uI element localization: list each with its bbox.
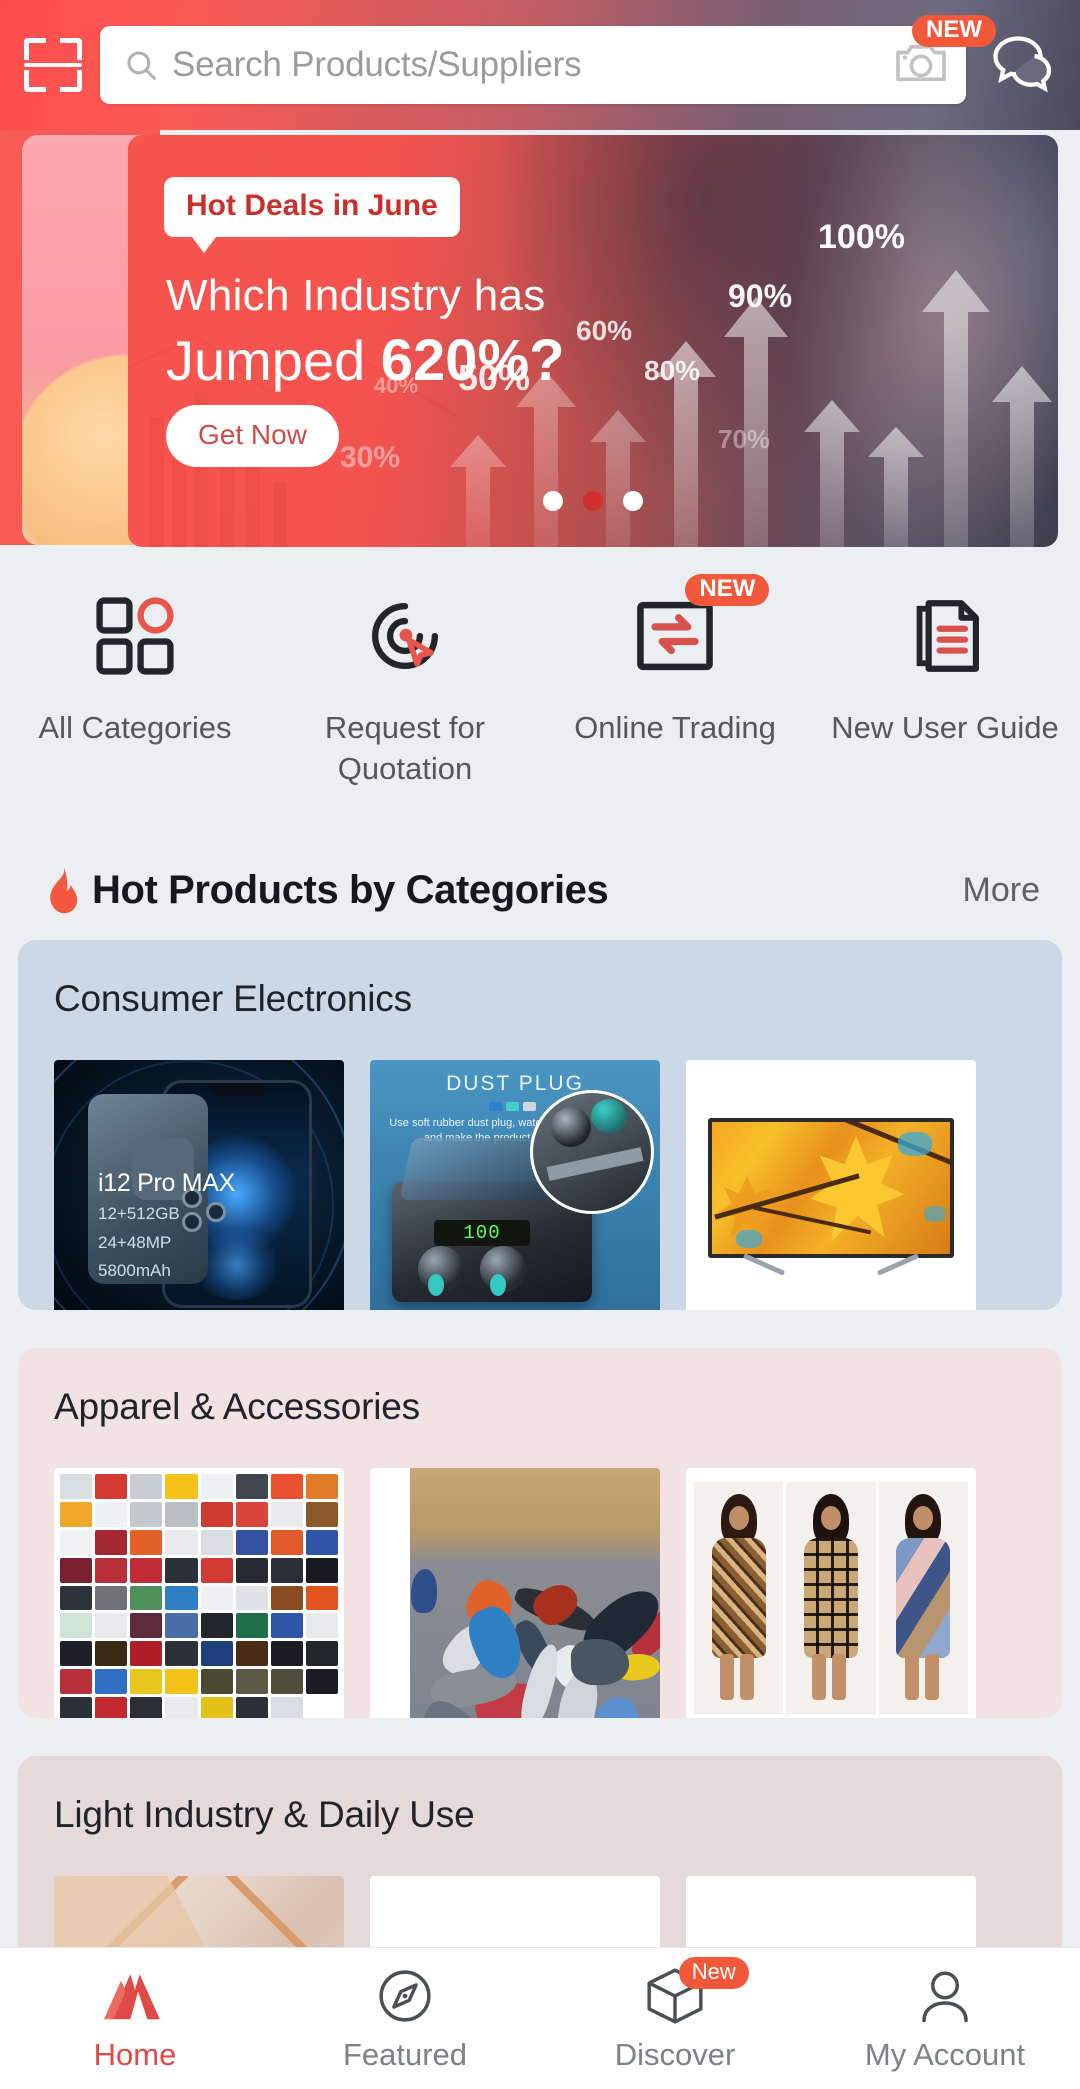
section-more-link[interactable]: More [963, 871, 1040, 910]
banner-percent-80: 80% [644, 355, 701, 386]
tv-product-image [686, 1060, 976, 1310]
product-spec-3: 5800mAh [98, 1261, 171, 1281]
quick-action-label: Request for Quotation [324, 710, 486, 786]
banner-cta-button[interactable]: Get Now [166, 405, 339, 467]
banner-percent-60: 60% [576, 315, 633, 346]
nav-label: My Account [864, 2036, 1026, 2072]
banner-percent-70: 70% [718, 424, 771, 454]
quick-action-label: All Categories [38, 710, 232, 745]
quick-action-all-categories[interactable]: All Categories [0, 560, 270, 810]
product-tile-jerseys[interactable] [54, 1468, 344, 1718]
earbuds-led-display: 100 [434, 1220, 530, 1246]
earbuds-product-image: DUST PLUG Use soft rubber dust plug, wat… [370, 1060, 660, 1310]
discover-new-badge: New [678, 1956, 749, 1989]
category-card-consumer-electronics[interactable]: Consumer Electronics i12 Pro MAX 12+512G… [18, 940, 1062, 1310]
banner-headline-line1: Which Industry has [166, 271, 546, 320]
category-title: Light Industry & Daily Use [54, 1794, 475, 1835]
bottom-navigation: Home Featured New Discover My Account [0, 1947, 1080, 2089]
product-spec-2: 24+48MP [98, 1232, 172, 1252]
product-tile-earbuds[interactable]: DUST PLUG Use soft rubber dust plug, wat… [370, 1060, 660, 1310]
nav-label: Featured [342, 2036, 468, 2072]
shoes-bulk-image [370, 1468, 660, 1718]
home-logo-icon [104, 1965, 166, 2027]
product-name: i12 Pro MAX [98, 1169, 236, 1198]
exchange-arrows-icon: NEW [623, 574, 770, 688]
cube-icon: New [644, 1956, 749, 2027]
earbuds-title: DUST PLUG [446, 1072, 584, 1095]
category-products [18, 1428, 1062, 1718]
camera-search-button[interactable]: NEW [894, 15, 996, 89]
banner-headline-prefix: Jumped [166, 329, 381, 392]
document-guide-icon [893, 584, 997, 688]
nav-label: Discover [614, 2036, 736, 2072]
dresses-image [686, 1468, 976, 1718]
tv-screen [712, 1122, 950, 1254]
carousel-active-slide[interactable]: 30% 40% 50% 60% 80% 70% 90% 100% Hot Dea… [128, 135, 1058, 547]
search-icon [127, 51, 156, 80]
nav-item-my-account[interactable]: My Account [810, 1965, 1080, 2073]
earbuds-zoom-detail [530, 1090, 654, 1214]
product-tile-smartphone[interactable]: i12 Pro MAX 12+512GB 24+48MP 5800mAh [54, 1060, 344, 1310]
banner-carousel[interactable]: 30% 40% 50% 60% 80% 70% 90% 100% Hot Dea… [0, 125, 1080, 555]
chat-button[interactable] [988, 30, 1058, 100]
banner-percent-100: 100% [818, 218, 905, 256]
app-screen: Search Products/Suppliers NEW 30% 40% 50… [0, 0, 1080, 2089]
category-products: i12 Pro MAX 12+512GB 24+48MP 5800mAh DUS… [18, 1020, 1062, 1310]
dress-model-2 [786, 1482, 876, 1714]
phone-caption: i12 Pro MAX 12+512GB 24+48MP 5800mAh [98, 1169, 235, 1284]
quick-action-online-trading[interactable]: NEW Online Trading [540, 560, 810, 810]
category-card-apparel-accessories[interactable]: Apparel & Accessories [18, 1348, 1062, 1718]
product-spec-1: 12+512GB [98, 1204, 180, 1224]
category-title: Consumer Electronics [54, 978, 412, 1019]
nav-item-home[interactable]: Home [0, 1965, 270, 2073]
jersey-grid-image [54, 1468, 344, 1718]
carousel-dot-3[interactable] [623, 491, 643, 511]
banner-tag: Hot Deals in June [164, 177, 460, 253]
category-title: Apparel & Accessories [54, 1386, 420, 1427]
target-rfq-icon [353, 584, 457, 688]
grid-categories-icon [83, 584, 187, 688]
nav-label: Home [93, 2036, 177, 2072]
flame-icon [50, 866, 78, 914]
phone-product-image: i12 Pro MAX 12+512GB 24+48MP 5800mAh [54, 1060, 344, 1310]
section-title: Hot Products by Categories [92, 867, 609, 912]
camera-new-badge: NEW [912, 15, 996, 47]
quick-action-request-for-quotation[interactable]: Request for Quotation [270, 560, 540, 810]
earbuds-color-pills [489, 1102, 536, 1111]
banner-headline-line2: Jumped 620%? [166, 327, 565, 394]
nav-item-discover[interactable]: New Discover [540, 1956, 810, 2073]
tv-frame [708, 1118, 954, 1258]
nav-item-featured[interactable]: Featured [270, 1965, 540, 2073]
banner-headline-strong: 620%? [380, 328, 565, 393]
quick-action-label: New User Guide [831, 710, 1059, 745]
scan-barcode-icon[interactable] [22, 34, 84, 96]
carousel-dot-1[interactable] [543, 491, 563, 511]
product-tile-dresses[interactable] [686, 1468, 976, 1718]
product-tile-television[interactable] [686, 1060, 976, 1310]
dress-model-1 [694, 1482, 784, 1714]
carousel-dots[interactable] [128, 491, 1058, 511]
compass-icon [374, 1965, 436, 2027]
quick-action-new-user-guide[interactable]: New User Guide [810, 560, 1080, 810]
banner-percent-90: 90% [728, 278, 793, 314]
quick-action-label: Online Trading [574, 710, 776, 745]
user-person-icon [914, 1965, 976, 2027]
hot-products-section-header: Hot Products by Categories More [0, 845, 1080, 935]
banner-percent-30: 30% [340, 441, 401, 474]
search-input[interactable]: Search Products/Suppliers [172, 45, 894, 85]
earbuds-led-value: 100 [463, 1222, 501, 1244]
online-trading-new-badge: NEW [685, 574, 770, 606]
chat-bubbles-icon [993, 36, 1052, 93]
quick-actions-row: All Categories Request for Quotation NEW [0, 560, 1080, 810]
search-bar[interactable]: Search Products/Suppliers NEW [100, 15, 996, 104]
carousel-dot-2[interactable] [583, 491, 603, 511]
dress-model-3 [878, 1482, 968, 1714]
product-tile-bulk-shoes[interactable] [370, 1468, 660, 1718]
app-header: Search Products/Suppliers NEW [0, 0, 1080, 130]
camera-icon [896, 44, 946, 82]
